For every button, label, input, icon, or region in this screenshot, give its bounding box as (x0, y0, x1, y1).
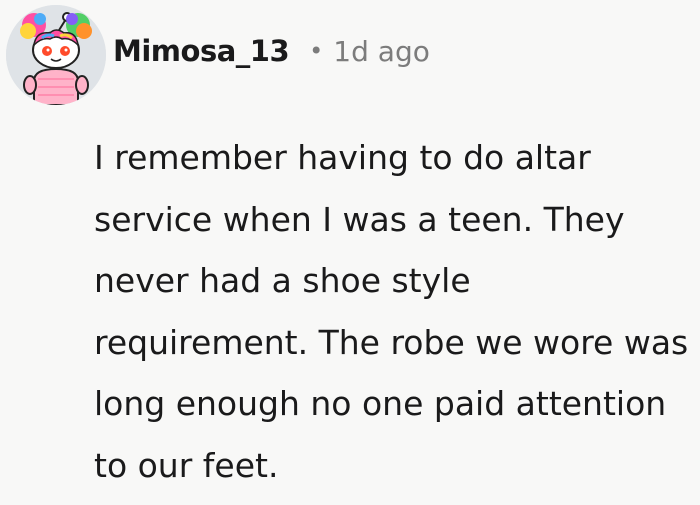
meta-separator: • (309, 37, 324, 65)
avatar[interactable] (6, 5, 106, 105)
comment: Mimosa_13 • 1d ago I remember having to … (0, 0, 700, 505)
timestamp: 1d ago (333, 34, 430, 68)
author-username[interactable]: Mimosa_13 (113, 34, 290, 68)
comment-meta: Mimosa_13 • 1d ago (113, 25, 430, 77)
comment-body: I remember having to do altar service wh… (94, 138, 689, 485)
reddit-snoo-avatar-icon (6, 5, 106, 105)
